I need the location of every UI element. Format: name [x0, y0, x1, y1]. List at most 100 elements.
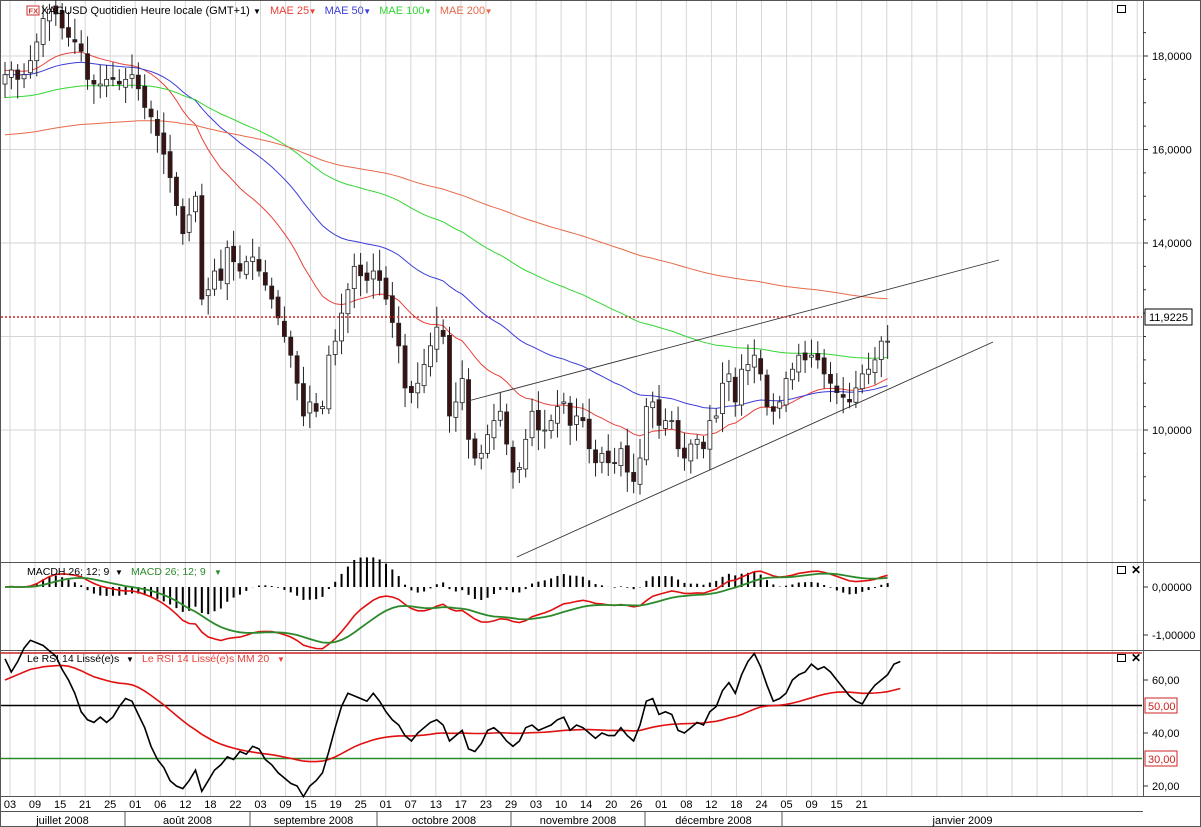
candle-body — [447, 334, 452, 417]
candle-body — [345, 289, 351, 315]
candle-body — [485, 434, 491, 454]
rsi-legend-item: Le RSI 14 Lissé(e)s — [27, 653, 119, 665]
y-tick-label: -1,00000 — [1152, 630, 1195, 642]
price-legend-item: MAE 200 — [440, 5, 485, 17]
candle-body — [536, 410, 541, 431]
x-day-label: 15 — [304, 799, 316, 811]
candle-body — [97, 83, 103, 87]
candle-body — [675, 420, 681, 450]
x-day-label: 25 — [355, 799, 367, 811]
candle-body — [116, 80, 122, 85]
candle-body — [758, 358, 764, 375]
candle-body — [212, 270, 217, 290]
legend-dropdown-icon: ▼ — [363, 7, 371, 16]
candle-body — [548, 420, 554, 432]
x-day-label: 03 — [254, 799, 266, 811]
x-day-label: 15 — [54, 799, 66, 811]
candle-body — [40, 18, 46, 45]
x-day-label: 10 — [555, 799, 567, 811]
candle-body — [701, 441, 706, 450]
candle-body — [504, 411, 510, 445]
candle-body — [682, 447, 687, 459]
candle-body — [478, 452, 484, 459]
candle-body — [313, 403, 319, 412]
candle-body — [466, 379, 471, 440]
chart-title[interactable]: XAGUSD Quotidien Heure locale (GMT+1) — [41, 5, 250, 17]
candle-body — [358, 264, 364, 277]
candle-body — [574, 415, 579, 425]
fx-badge-text: FX — [29, 7, 39, 16]
candle-body — [790, 368, 795, 381]
y-tick-label: 20,00 — [1152, 781, 1180, 793]
close-rsi-panel-icon[interactable] — [1131, 654, 1141, 662]
candle-body — [174, 176, 179, 207]
x-month-label: août 2008 — [163, 815, 212, 827]
candle-body — [135, 74, 141, 90]
macd-legend-item: MACD 26; 12; 9 — [131, 566, 206, 578]
candle-body — [510, 446, 516, 473]
candle-body — [269, 285, 275, 300]
candle-body — [599, 452, 605, 463]
x-day-label: 23 — [480, 799, 492, 811]
title-dropdown-icon[interactable]: ▼ — [253, 7, 261, 16]
candle-body — [186, 214, 192, 233]
candle-body — [516, 466, 522, 471]
x-day-label: 15 — [831, 799, 843, 811]
candle-body — [643, 406, 649, 461]
candle-body — [167, 151, 173, 178]
x-day-label: 19 — [330, 799, 342, 811]
candle-body — [688, 443, 694, 462]
candle-body — [281, 320, 287, 337]
x-day-label: 09 — [29, 799, 41, 811]
candle-body — [288, 336, 294, 356]
candle-body — [428, 345, 433, 368]
candle-body — [669, 420, 675, 423]
maximize-rsi-panel-icon[interactable] — [1117, 654, 1126, 662]
candle-body — [605, 450, 611, 464]
candle-body — [840, 394, 846, 398]
x-month-label: septembre 2008 — [274, 815, 354, 827]
x-day-label: 01 — [129, 799, 141, 811]
candle-body — [243, 261, 249, 275]
candle-body — [878, 340, 884, 360]
candle-body — [656, 399, 662, 426]
candle-body — [859, 373, 865, 390]
x-day-label: 18 — [730, 799, 742, 811]
maximize-price-panel-icon[interactable] — [1117, 5, 1126, 13]
candle-body — [783, 378, 789, 406]
candle-body — [567, 402, 573, 426]
candle-body — [612, 462, 617, 464]
legend-dropdown-icon: ▼ — [309, 7, 317, 16]
candle-body — [821, 357, 827, 375]
candle-body — [491, 420, 497, 439]
x-day-label: 08 — [680, 799, 692, 811]
candle-body — [624, 445, 630, 473]
candle-body — [529, 410, 535, 439]
candle-body — [148, 108, 154, 118]
y-tick-label: 40,00 — [1152, 728, 1180, 740]
x-day-label: 09 — [279, 799, 291, 811]
macd-legend-item: MACDH 26; 12; 9 — [27, 566, 109, 578]
candle-body — [739, 368, 744, 406]
candle-body — [415, 382, 421, 394]
x-month-label: décembre 2008 — [675, 815, 751, 827]
x-month-label: novembre 2008 — [540, 815, 616, 827]
close-macd-panel-icon[interactable] — [1131, 566, 1141, 574]
candle-body — [402, 345, 408, 389]
x-day-label: 22 — [229, 799, 241, 811]
candle-body — [301, 383, 306, 417]
candle-body — [21, 74, 27, 80]
candle-body — [472, 438, 478, 459]
candle-body — [193, 195, 198, 213]
candle-body — [707, 420, 713, 450]
candle-body — [2, 74, 8, 85]
candle-body — [745, 364, 751, 372]
candle-body — [199, 195, 205, 300]
candle-body — [440, 330, 446, 337]
candle-body — [262, 272, 268, 286]
candle-body — [123, 78, 129, 88]
legend-dropdown-icon: ▼ — [424, 7, 432, 16]
candle-body — [332, 340, 338, 355]
maximize-macd-panel-icon[interactable] — [1117, 566, 1126, 574]
price-legend-item: MAE 100 — [379, 5, 424, 17]
